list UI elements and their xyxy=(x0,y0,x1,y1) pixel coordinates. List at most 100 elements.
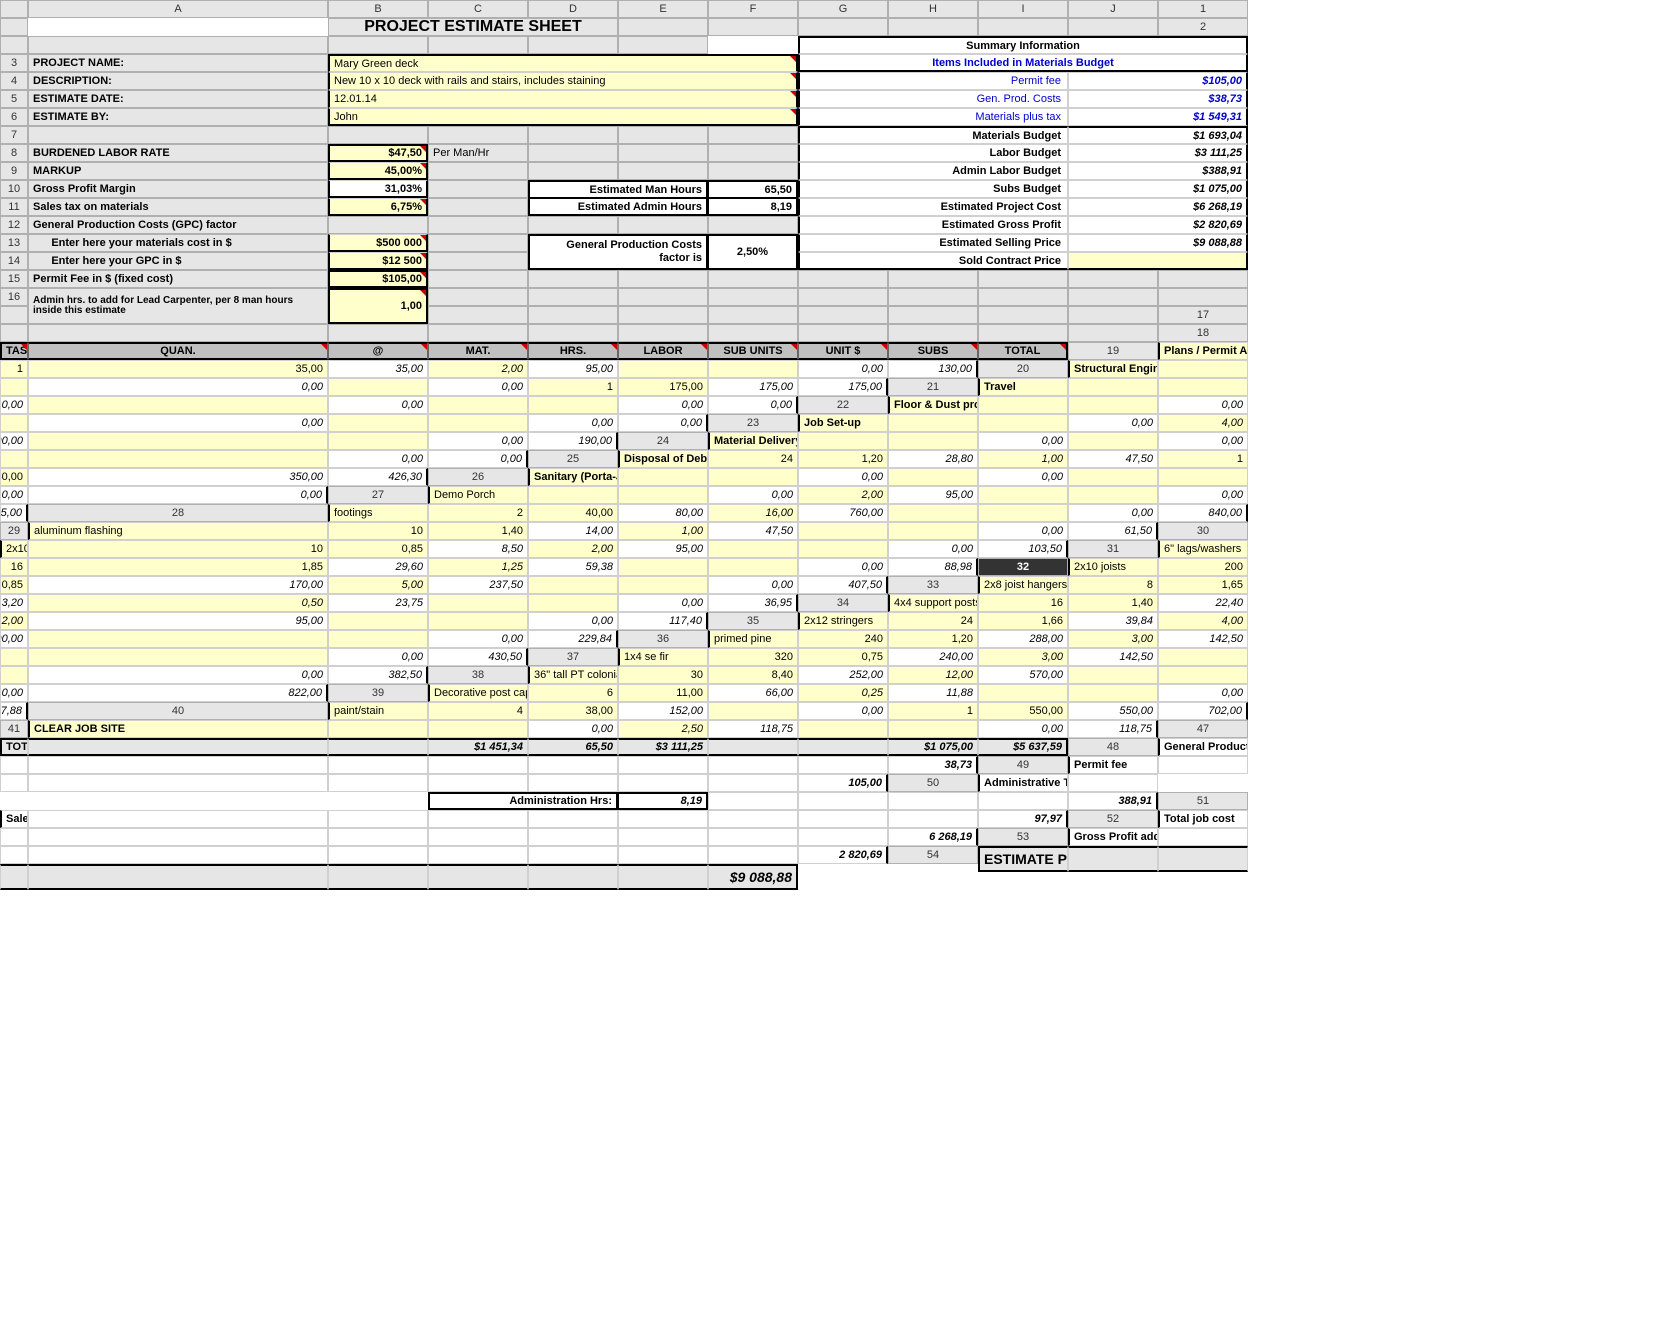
task-q[interactable]: 30 xyxy=(618,666,708,684)
task-at[interactable]: 40,00 xyxy=(528,504,618,522)
col-header-C[interactable]: C xyxy=(428,0,528,18)
task-hrs[interactable]: 2,00 xyxy=(428,360,528,378)
task-at[interactable] xyxy=(978,414,1068,432)
task-us[interactable] xyxy=(1068,684,1158,702)
task-su[interactable] xyxy=(0,450,28,468)
row-header-50[interactable]: 50 xyxy=(888,774,978,792)
row-header-34[interactable]: 34 xyxy=(798,594,888,612)
task-at[interactable] xyxy=(618,486,708,504)
task-at[interactable]: 1,40 xyxy=(1068,594,1158,612)
row-header-13[interactable]: 13 xyxy=(0,234,28,252)
task-hrs[interactable] xyxy=(0,414,28,432)
input-burdened_rate[interactable]: $47,50 xyxy=(328,144,428,162)
table-header[interactable]: LABOR xyxy=(618,342,708,360)
task-su[interactable] xyxy=(1068,468,1158,486)
row-header-8[interactable]: 8 xyxy=(0,144,28,162)
row-header-17[interactable]: 17 xyxy=(1158,306,1248,324)
row-header-20[interactable]: 20 xyxy=(978,360,1068,378)
task-su[interactable] xyxy=(798,720,888,738)
task-us[interactable] xyxy=(28,648,328,666)
row-header-49[interactable]: 49 xyxy=(978,756,1068,774)
task-us[interactable] xyxy=(328,432,428,450)
task-at[interactable]: 1,40 xyxy=(428,522,528,540)
task-desc[interactable]: primed pine xyxy=(708,630,798,648)
col-header-A[interactable]: A xyxy=(28,0,328,18)
row-header-11[interactable]: 11 xyxy=(0,198,28,216)
task-q[interactable]: 16 xyxy=(0,558,28,576)
task-q[interactable] xyxy=(888,414,978,432)
task-hrs[interactable]: 5,00 xyxy=(328,576,428,594)
task-at[interactable]: 38,00 xyxy=(528,702,618,720)
task-su[interactable]: 1 xyxy=(528,378,618,396)
task-at[interactable]: 0,85 xyxy=(0,576,28,594)
task-us[interactable] xyxy=(328,630,428,648)
task-at[interactable]: 1,66 xyxy=(978,612,1068,630)
row-header-4[interactable]: 4 xyxy=(0,72,28,90)
input-enter_mat[interactable]: $500 000 xyxy=(328,234,428,252)
task-q[interactable]: 10 xyxy=(28,540,328,558)
row-header-39[interactable]: 39 xyxy=(328,684,428,702)
task-desc[interactable]: Travel xyxy=(978,378,1068,396)
task-us[interactable] xyxy=(1158,468,1248,486)
row-header-36[interactable]: 36 xyxy=(618,630,708,648)
task-q[interactable]: 16 xyxy=(978,594,1068,612)
row-header-29[interactable]: 29 xyxy=(0,522,28,540)
task-hrs[interactable] xyxy=(708,702,798,720)
row-header-22[interactable]: 22 xyxy=(798,396,888,414)
task-at[interactable] xyxy=(428,720,528,738)
table-header[interactable]: HRS. xyxy=(528,342,618,360)
task-us[interactable] xyxy=(798,540,888,558)
task-at[interactable]: 11,00 xyxy=(618,684,708,702)
task-hrs[interactable]: 1,25 xyxy=(428,558,528,576)
row-header-21[interactable]: 21 xyxy=(888,378,978,396)
row-header-23[interactable]: 23 xyxy=(708,414,798,432)
task-desc[interactable]: 4x4 support posts xyxy=(888,594,978,612)
task-desc[interactable]: 2x8 joist hangers xyxy=(978,576,1068,594)
task-desc[interactable]: Decorative post caps xyxy=(428,684,528,702)
row-header-40[interactable]: 40 xyxy=(28,702,328,720)
col-header-E[interactable]: E xyxy=(618,0,708,18)
task-at[interactable] xyxy=(1068,396,1158,414)
task-us[interactable] xyxy=(428,612,528,630)
task-q[interactable]: 10 xyxy=(328,522,428,540)
task-q[interactable]: 8 xyxy=(1068,576,1158,594)
task-su[interactable] xyxy=(978,684,1068,702)
row-header-37[interactable]: 37 xyxy=(528,648,618,666)
task-q[interactable]: 24 xyxy=(708,450,798,468)
task-at[interactable]: 1,65 xyxy=(1158,576,1248,594)
task-q[interactable] xyxy=(528,486,618,504)
task-us[interactable] xyxy=(528,594,618,612)
task-q[interactable] xyxy=(1068,378,1158,396)
task-q[interactable]: 6 xyxy=(528,684,618,702)
task-desc[interactable]: paint/stain xyxy=(328,702,428,720)
task-desc[interactable]: 1x4 se fir xyxy=(618,648,708,666)
task-at[interactable]: 35,00 xyxy=(28,360,328,378)
task-desc[interactable]: Structural Engineering xyxy=(1068,360,1158,378)
task-q[interactable]: 24 xyxy=(888,612,978,630)
input-admin-hrs[interactable]: 1,00 xyxy=(328,288,428,324)
row-header-33[interactable]: 33 xyxy=(888,576,978,594)
task-desc[interactable]: 2x12 stringers xyxy=(798,612,888,630)
row-header-53[interactable]: 53 xyxy=(978,828,1068,846)
task-desc[interactable]: 2x10 ledger xyxy=(0,540,28,558)
row-header-16[interactable]: 16 xyxy=(0,288,28,306)
row-header-31[interactable]: 31 xyxy=(1068,540,1158,558)
task-su[interactable] xyxy=(28,432,328,450)
task-desc[interactable]: Plans / Permit Application xyxy=(1158,342,1248,360)
task-su[interactable] xyxy=(428,594,528,612)
task-su[interactable] xyxy=(0,648,28,666)
table-header[interactable]: UNIT $ xyxy=(798,342,888,360)
task-q[interactable]: 320 xyxy=(708,648,798,666)
task-us[interactable] xyxy=(528,396,618,414)
task-us[interactable] xyxy=(888,522,978,540)
row-header-32[interactable]: 32 xyxy=(978,558,1068,576)
table-header[interactable]: SUB UNITS xyxy=(708,342,798,360)
input-estimate_by[interactable]: John xyxy=(328,108,798,126)
col-header-B[interactable]: B xyxy=(328,0,428,18)
task-su[interactable] xyxy=(1068,666,1158,684)
row-header-27[interactable]: 27 xyxy=(328,486,428,504)
row-header-25[interactable]: 25 xyxy=(528,450,618,468)
task-hrs[interactable]: 3,00 xyxy=(1068,630,1158,648)
task-q[interactable] xyxy=(618,468,708,486)
task-su[interactable] xyxy=(28,630,328,648)
